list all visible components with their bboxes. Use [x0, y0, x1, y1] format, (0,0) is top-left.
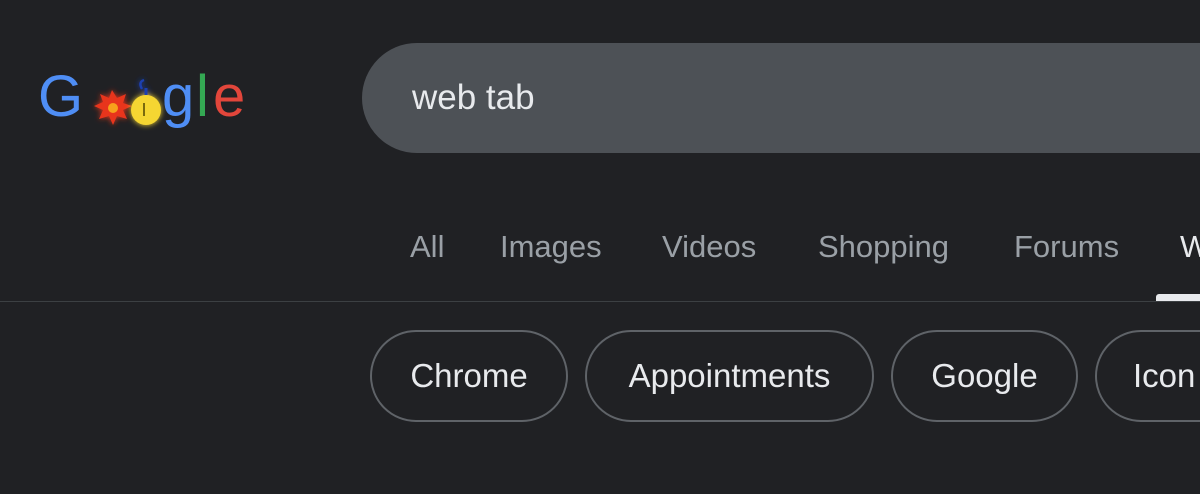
tab-videos[interactable]: Videos — [662, 229, 756, 265]
chip-icon[interactable]: Icon — [1095, 330, 1200, 422]
tab-shopping[interactable]: Shopping — [818, 229, 949, 265]
tab-web[interactable]: W — [1180, 229, 1200, 265]
tab-images[interactable]: Images — [500, 229, 602, 265]
chip-chrome[interactable]: Chrome — [370, 330, 568, 422]
search-box[interactable] — [362, 43, 1200, 153]
chip-google[interactable]: Google — [891, 330, 1078, 422]
tabs-divider — [0, 301, 1200, 302]
chip-appointments[interactable]: Appointments — [585, 330, 874, 422]
google-logo[interactable]: G g l e — [38, 58, 258, 148]
logo-letter-l: l — [196, 64, 209, 129]
logo-letter-g: G — [38, 64, 83, 129]
search-results-page: G g l e All Images Vide — [0, 0, 1200, 494]
search-input[interactable] — [412, 73, 1192, 123]
tab-all[interactable]: All — [410, 229, 444, 265]
tab-forums[interactable]: Forums — [1014, 229, 1119, 265]
logo-bomb-icon — [131, 78, 161, 125]
logo-letter-e: e — [213, 64, 245, 129]
logo-letter-g-lower: g — [162, 64, 194, 129]
logo-splat-icon — [94, 90, 132, 125]
active-tab-indicator — [1156, 294, 1200, 301]
google-doodle-icon: G g l e — [38, 64, 245, 129]
search-tabs: All Images Videos Shopping Forums W — [0, 215, 1200, 301]
